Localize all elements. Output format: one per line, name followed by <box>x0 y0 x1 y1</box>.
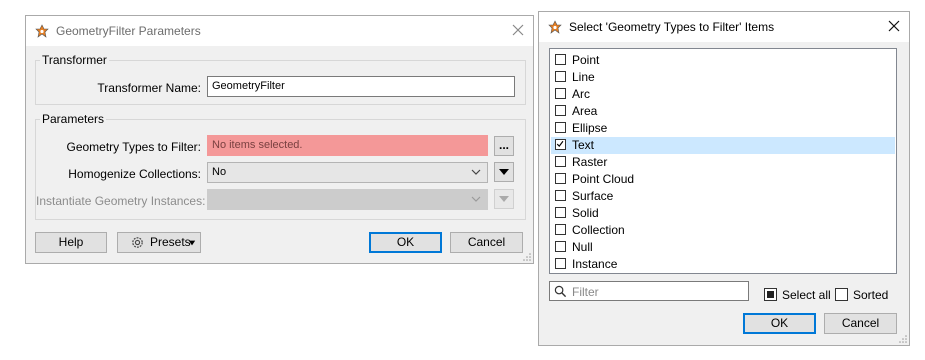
instantiate-geometry-select <box>207 189 488 210</box>
list-item-label: Raster <box>572 155 608 169</box>
list-item[interactable]: Text <box>551 137 895 154</box>
ellipsis-button[interactable]: ... <box>494 136 514 156</box>
geometry-types-field[interactable]: No items selected. <box>207 135 488 156</box>
title-bar[interactable]: GeometryFilter Parameters <box>26 16 533 46</box>
list-item-label: Line <box>572 70 595 84</box>
sorted-checkbox[interactable] <box>835 288 848 301</box>
homogenize-collections-label: Homogenize Collections: <box>68 167 201 181</box>
list-item[interactable]: Arc <box>551 86 895 103</box>
cancel-button[interactable]: Cancel <box>824 313 897 334</box>
homogenize-options-button[interactable] <box>494 162 514 182</box>
indeterminate-mark <box>767 291 774 298</box>
title-bar[interactable]: Select 'Geometry Types to Filter' Items <box>539 12 909 42</box>
geometry-types-label: Geometry Types to Filter: <box>66 140 202 154</box>
select-all-label[interactable]: Select all <box>782 288 831 302</box>
item-checkbox[interactable] <box>555 54 566 65</box>
ellipsis-label: ... <box>499 138 510 152</box>
item-checkbox[interactable] <box>555 88 566 99</box>
list-item-label: Point Cloud <box>572 172 635 186</box>
list-item-label: Text <box>572 138 595 152</box>
homogenize-collections-select[interactable]: No <box>207 162 488 183</box>
parameters-group-label: Parameters <box>42 112 105 126</box>
item-checkbox[interactable] <box>555 156 566 167</box>
list-item-label: Ellipse <box>572 121 608 135</box>
dialog-title: GeometryFilter Parameters <box>56 24 201 38</box>
list-item-label: Surface <box>572 189 614 203</box>
select-all-checkbox[interactable] <box>764 288 777 301</box>
ok-button[interactable]: OK <box>369 232 442 253</box>
list-item[interactable]: Line <box>551 69 895 86</box>
instantiate-geometry-label: Instantiate Geometry Instances: <box>36 194 206 208</box>
fme-transformer-icon <box>548 20 562 34</box>
list-item-label: Null <box>572 240 593 254</box>
item-checkbox[interactable] <box>555 224 566 235</box>
triangle-down-icon <box>499 196 509 202</box>
list-item[interactable]: Instance <box>551 256 895 273</box>
item-checkbox[interactable] <box>555 258 566 269</box>
presets-button[interactable]: Presets <box>117 232 201 253</box>
triangle-down-icon <box>188 240 196 246</box>
list-item-label: Solid <box>572 206 599 220</box>
list-item[interactable]: Solid <box>551 205 895 222</box>
transformer-name-label: Transformer Name: <box>97 81 201 95</box>
sorted-label[interactable]: Sorted <box>853 288 888 302</box>
select-items-dialog: Select 'Geometry Types to Filter' Items … <box>538 11 910 346</box>
list-item[interactable]: Point Cloud <box>551 171 895 188</box>
instantiate-options-button <box>494 189 514 209</box>
geometry-types-list[interactable]: Point Line Arc Area Ellipse Text Raster Point C… <box>549 48 897 274</box>
gear-icon <box>132 237 143 248</box>
fme-transformer-icon <box>35 24 49 38</box>
homogenize-collections-value: No <box>212 166 227 178</box>
list-item[interactable]: Raster <box>551 154 895 171</box>
transformer-group-label: Transformer <box>42 53 107 67</box>
list-item-label: Area <box>572 104 598 118</box>
resize-grip-icon[interactable] <box>523 253 531 261</box>
item-checkbox[interactable] <box>555 105 566 116</box>
presets-label: Presets <box>150 235 191 249</box>
list-item[interactable]: Area <box>551 103 895 120</box>
triangle-down-icon <box>499 169 509 175</box>
search-icon <box>554 285 567 298</box>
close-icon[interactable] <box>510 22 526 38</box>
item-checkbox[interactable] <box>555 71 566 82</box>
list-item[interactable]: Surface <box>551 188 895 205</box>
list-item-label: Point <box>572 53 600 67</box>
item-checkbox[interactable] <box>555 241 566 252</box>
list-item[interactable]: Collection <box>551 222 895 239</box>
cancel-button[interactable]: Cancel <box>450 232 523 253</box>
geometryfilter-parameters-dialog: GeometryFilter Parameters Transformer Tr… <box>25 15 534 264</box>
transformer-name-input[interactable]: GeometryFilter <box>207 76 515 97</box>
dialog-title: Select 'Geometry Types to Filter' Items <box>569 20 775 34</box>
list-item-label: Instance <box>572 257 618 271</box>
resize-grip-icon[interactable] <box>899 335 907 343</box>
close-icon[interactable] <box>886 18 902 34</box>
item-checkbox[interactable] <box>555 122 566 133</box>
item-checkbox[interactable] <box>555 190 566 201</box>
ok-button[interactable]: OK <box>743 313 816 334</box>
item-checkbox[interactable] <box>555 139 566 150</box>
list-item[interactable]: Point <box>551 52 895 69</box>
item-checkbox[interactable] <box>555 207 566 218</box>
item-checkbox[interactable] <box>555 173 566 184</box>
list-item[interactable]: Ellipse <box>551 120 895 137</box>
help-button[interactable]: Help <box>35 232 107 253</box>
check-icon <box>556 140 564 148</box>
chevron-down-icon <box>471 196 481 202</box>
list-item-label: Arc <box>572 87 590 101</box>
chevron-down-icon <box>471 169 481 175</box>
list-item[interactable]: Null <box>551 239 895 256</box>
filter-input[interactable]: Filter <box>549 281 749 301</box>
list-item-label: Collection <box>572 223 625 237</box>
filter-placeholder: Filter <box>572 285 599 299</box>
